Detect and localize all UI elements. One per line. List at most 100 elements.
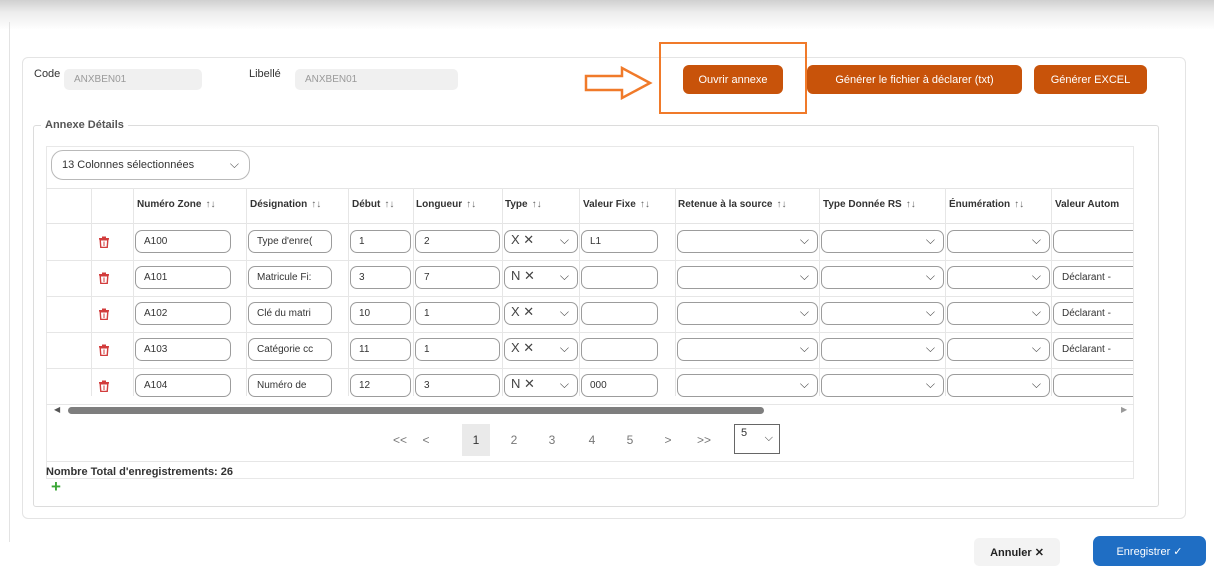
type-donnee-rs-select[interactable]: ⌵: [821, 302, 944, 325]
cancel-button[interactable]: Annuler ✕: [974, 538, 1060, 566]
zone-input[interactable]: A102: [135, 302, 231, 325]
type-donnee-rs-select[interactable]: ⌵: [821, 230, 944, 253]
type-select[interactable]: N ✕ ⌵: [504, 266, 578, 289]
save-button[interactable]: Enregistrer ✓: [1093, 536, 1206, 566]
longueur-input[interactable]: 3: [415, 374, 500, 397]
type-donnee-rs-select[interactable]: ⌵: [821, 374, 944, 397]
enumeration-select[interactable]: ⌵: [947, 374, 1050, 397]
scroll-right-icon[interactable]: ▶: [1121, 405, 1127, 414]
debut-input[interactable]: 12: [350, 374, 411, 397]
generate-txt-button[interactable]: Générer le fichier à déclarer (txt): [807, 65, 1022, 94]
zone-input[interactable]: A101: [135, 266, 231, 289]
header-type[interactable]: Type ↑↓: [505, 199, 542, 210]
designation-input[interactable]: Clé du matri: [248, 302, 332, 325]
code-field[interactable]: ANXBEN01: [64, 69, 202, 90]
pager-first[interactable]: <<: [386, 424, 414, 456]
header-type-donnee-rs[interactable]: Type Donnée RS ↑↓: [823, 199, 916, 210]
sort-icon[interactable]: ↑↓: [532, 199, 542, 210]
pager-next[interactable]: >: [654, 424, 682, 456]
type-select[interactable]: X ✕ ⌵: [504, 338, 578, 361]
header-retenue-source[interactable]: Retenue à la source ↑↓: [678, 199, 786, 210]
sort-icon[interactable]: ↑↓: [906, 199, 916, 210]
header-debut[interactable]: Début ↑↓: [352, 199, 394, 210]
designation-input[interactable]: Type d'enre(: [248, 230, 332, 253]
pager-page-2[interactable]: 2: [500, 424, 528, 456]
designation-input[interactable]: Numéro de: [248, 374, 332, 397]
retenue-source-select[interactable]: ⌵: [677, 230, 818, 253]
valeur-auto-input[interactable]: Déclarant -: [1053, 302, 1133, 325]
longueur-input[interactable]: 1: [415, 338, 500, 361]
zone-input[interactable]: A100: [135, 230, 231, 253]
retenue-source-select[interactable]: ⌵: [677, 374, 818, 397]
libelle-field[interactable]: ANXBEN01: [295, 69, 458, 90]
longueur-input[interactable]: 2: [415, 230, 500, 253]
pager-page-3[interactable]: 3: [538, 424, 566, 456]
retenue-source-select[interactable]: ⌵: [677, 266, 818, 289]
delete-icon[interactable]: [98, 272, 110, 285]
sort-icon[interactable]: ↑↓: [640, 199, 650, 210]
scrollbar-thumb[interactable]: [68, 407, 764, 414]
sort-icon[interactable]: ↑↓: [1014, 199, 1024, 210]
debut-input[interactable]: 1: [350, 230, 411, 253]
type-select[interactable]: X ✕ ⌵: [504, 302, 578, 325]
sort-icon[interactable]: ↑↓: [466, 199, 476, 210]
valeur-fixe-input[interactable]: [581, 338, 658, 361]
clear-icon[interactable]: ✕: [523, 340, 534, 355]
column-selector[interactable]: 13 Colonnes sélectionnées ⌵: [51, 150, 250, 180]
header-valeur-fixe[interactable]: Valeur Fixe ↑↓: [583, 199, 650, 210]
clear-icon[interactable]: ✕: [523, 232, 534, 247]
clear-icon[interactable]: ✕: [524, 376, 535, 391]
delete-icon[interactable]: [98, 380, 110, 393]
zone-input[interactable]: A103: [135, 338, 231, 361]
valeur-fixe-input[interactable]: [581, 302, 658, 325]
delete-icon[interactable]: [98, 308, 110, 321]
retenue-source-select[interactable]: ⌵: [677, 338, 818, 361]
sort-icon[interactable]: ↑↓: [384, 199, 394, 210]
pager-last[interactable]: >>: [690, 424, 718, 456]
debut-input[interactable]: 10: [350, 302, 411, 325]
valeur-auto-input[interactable]: Déclarant -: [1053, 338, 1133, 361]
add-row-icon[interactable]: +: [51, 477, 61, 497]
header-numero-zone[interactable]: Numéro Zone ↑↓: [137, 199, 215, 210]
valeur-fixe-input[interactable]: L1: [581, 230, 658, 253]
sort-icon[interactable]: ↑↓: [311, 199, 321, 210]
scroll-left-icon[interactable]: ◀: [54, 405, 60, 414]
type-donnee-rs-select[interactable]: ⌵: [821, 338, 944, 361]
designation-input[interactable]: Catégorie cc: [248, 338, 332, 361]
debut-input[interactable]: 11: [350, 338, 411, 361]
pager-page-1[interactable]: 1: [462, 424, 490, 456]
valeur-auto-input[interactable]: Déclarant -: [1053, 266, 1133, 289]
retenue-source-select[interactable]: ⌵: [677, 302, 818, 325]
pager-page-5[interactable]: 5: [616, 424, 644, 456]
valeur-fixe-input[interactable]: [581, 266, 658, 289]
header-longueur[interactable]: Longueur ↑↓: [416, 199, 476, 210]
debut-input[interactable]: 3: [350, 266, 411, 289]
header-valeur-auto[interactable]: Valeur Autom: [1055, 199, 1119, 210]
clear-icon[interactable]: ✕: [523, 304, 534, 319]
enumeration-select[interactable]: ⌵: [947, 338, 1050, 361]
longueur-input[interactable]: 1: [415, 302, 500, 325]
delete-icon[interactable]: [98, 236, 110, 249]
enumeration-select[interactable]: ⌵: [947, 302, 1050, 325]
valeur-auto-input[interactable]: [1053, 230, 1133, 253]
sort-icon[interactable]: ↑↓: [776, 199, 786, 210]
delete-icon[interactable]: [98, 344, 110, 357]
enumeration-select[interactable]: ⌵: [947, 266, 1050, 289]
longueur-input[interactable]: 7: [415, 266, 500, 289]
page-size-select[interactable]: 5 ⌵: [734, 424, 780, 454]
generate-excel-button[interactable]: Générer EXCEL: [1034, 65, 1147, 94]
type-select[interactable]: X ✕ ⌵: [504, 230, 578, 253]
type-donnee-rs-select[interactable]: ⌵: [821, 266, 944, 289]
pager-page-4[interactable]: 4: [578, 424, 606, 456]
open-annex-button[interactable]: Ouvrir annexe: [683, 65, 783, 94]
valeur-auto-input[interactable]: [1053, 374, 1133, 397]
pager-prev[interactable]: <: [412, 424, 440, 456]
header-designation[interactable]: Désignation ↑↓: [250, 199, 321, 210]
designation-input[interactable]: Matricule Fi:: [248, 266, 332, 289]
enumeration-select[interactable]: ⌵: [947, 230, 1050, 253]
clear-icon[interactable]: ✕: [524, 268, 535, 283]
sort-icon[interactable]: ↑↓: [205, 199, 215, 210]
header-enumeration[interactable]: Énumération ↑↓: [949, 199, 1024, 210]
type-select[interactable]: N ✕ ⌵: [504, 374, 578, 397]
zone-input[interactable]: A104: [135, 374, 231, 397]
